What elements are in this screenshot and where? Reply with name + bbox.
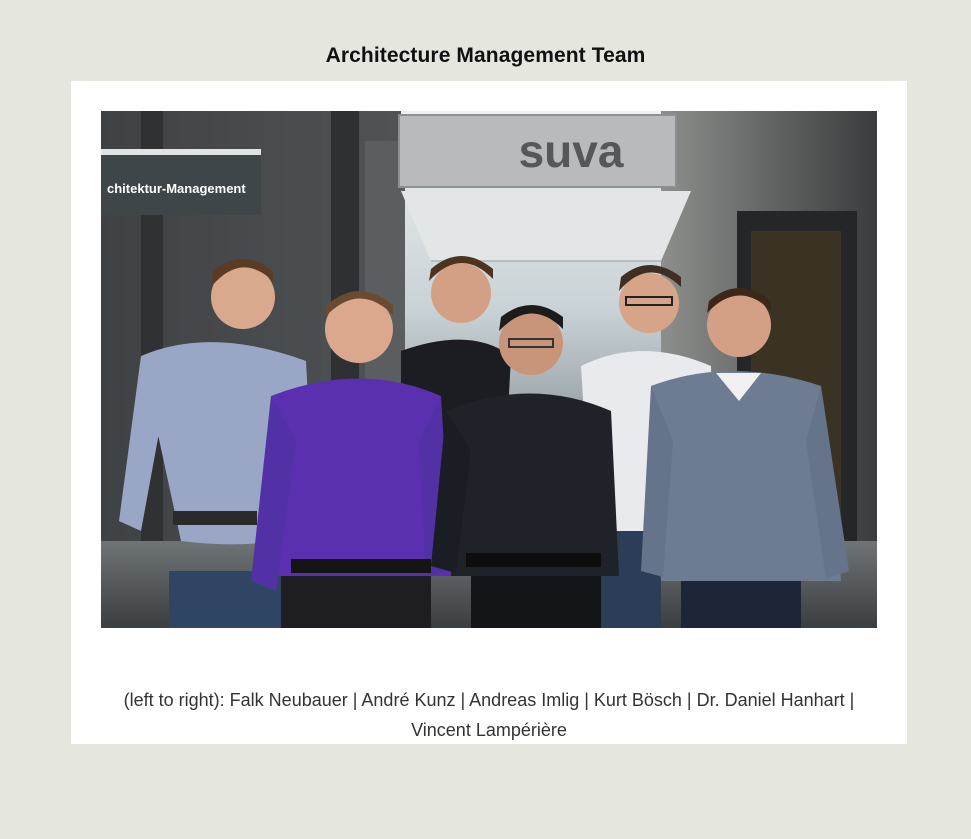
- team-photo-illustration: chitektur-Management suva: [101, 111, 877, 628]
- photo-card: chitektur-Management suva (left to right…: [71, 81, 907, 744]
- dept-sign-text: chitektur-Management: [107, 181, 246, 196]
- suva-sign-text: suva: [519, 125, 624, 177]
- team-photo: chitektur-Management suva: [101, 111, 877, 628]
- photo-caption: (left to right): Falk Neubauer | André K…: [123, 690, 855, 740]
- page-title: Architecture Management Team: [325, 44, 646, 67]
